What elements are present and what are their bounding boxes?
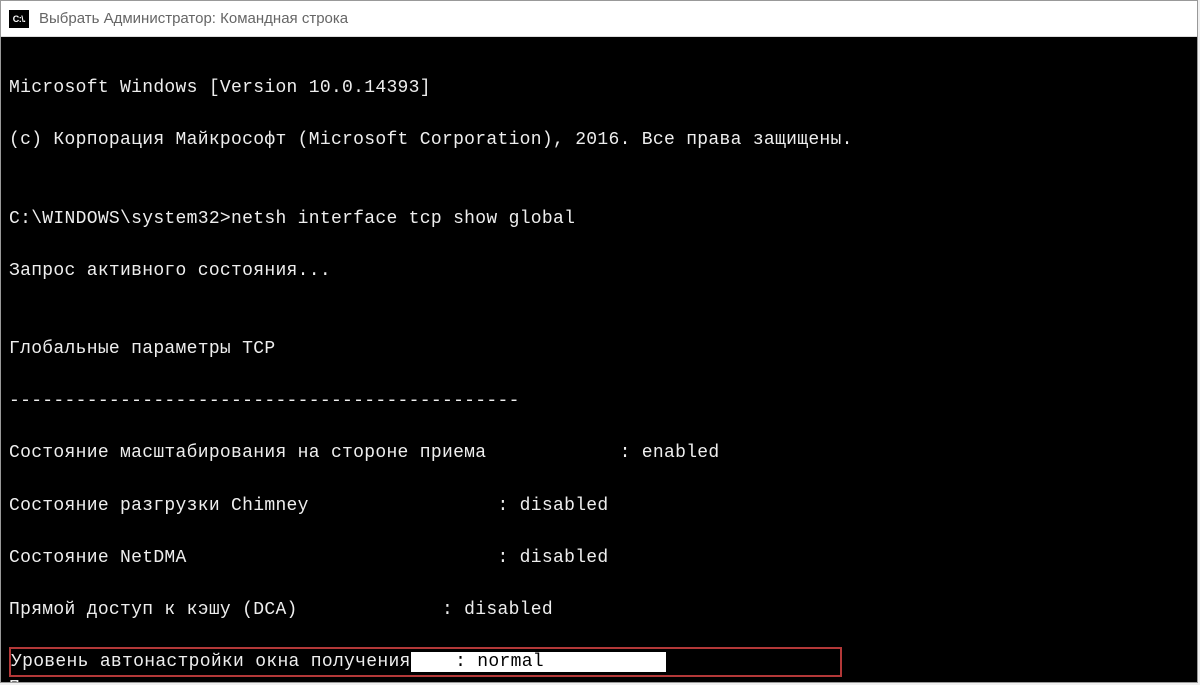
param-row: Поставщик дополнительного компонента кон… [9, 675, 1189, 682]
header-line: Microsoft Windows [Version 10.0.14393] [9, 75, 1189, 101]
status-line: Запрос активного состояния... [9, 258, 1189, 284]
highlighted-row: Уровень автонастройки окна получения : n… [9, 647, 842, 677]
row-padding [666, 652, 833, 672]
cmd-window: C:\. Выбрать Администратор: Командная ст… [0, 0, 1198, 683]
param-row: Прямой доступ к кэшу (DCA) : disabled [9, 597, 1189, 623]
param-row: Состояние масштабирования на стороне при… [9, 440, 1189, 466]
prompt-path: C:\WINDOWS\system32> [9, 209, 231, 229]
cmd-icon: C:\. [9, 10, 29, 28]
prompt-line: C:\WINDOWS\system32>netsh interface tcp … [9, 206, 1189, 232]
titlebar[interactable]: C:\. Выбрать Администратор: Командная ст… [1, 1, 1197, 37]
command-text: netsh interface tcp show global [231, 209, 575, 229]
param-row: Состояние NetDMA : disabled [9, 545, 1189, 571]
selected-text: : normal [411, 652, 666, 672]
divider-line: ----------------------------------------… [9, 388, 1189, 414]
terminal-output[interactable]: Microsoft Windows [Version 10.0.14393] (… [1, 37, 1197, 682]
copyright-line: (c) Корпорация Майкрософт (Microsoft Cor… [9, 127, 1189, 153]
window-title: Выбрать Администратор: Командная строка [39, 10, 348, 27]
section-title: Глобальные параметры TCP [9, 336, 1189, 362]
autotuning-label: Уровень автонастройки окна получения [11, 652, 411, 672]
param-row: Состояние разгрузки Chimney : disabled [9, 493, 1189, 519]
